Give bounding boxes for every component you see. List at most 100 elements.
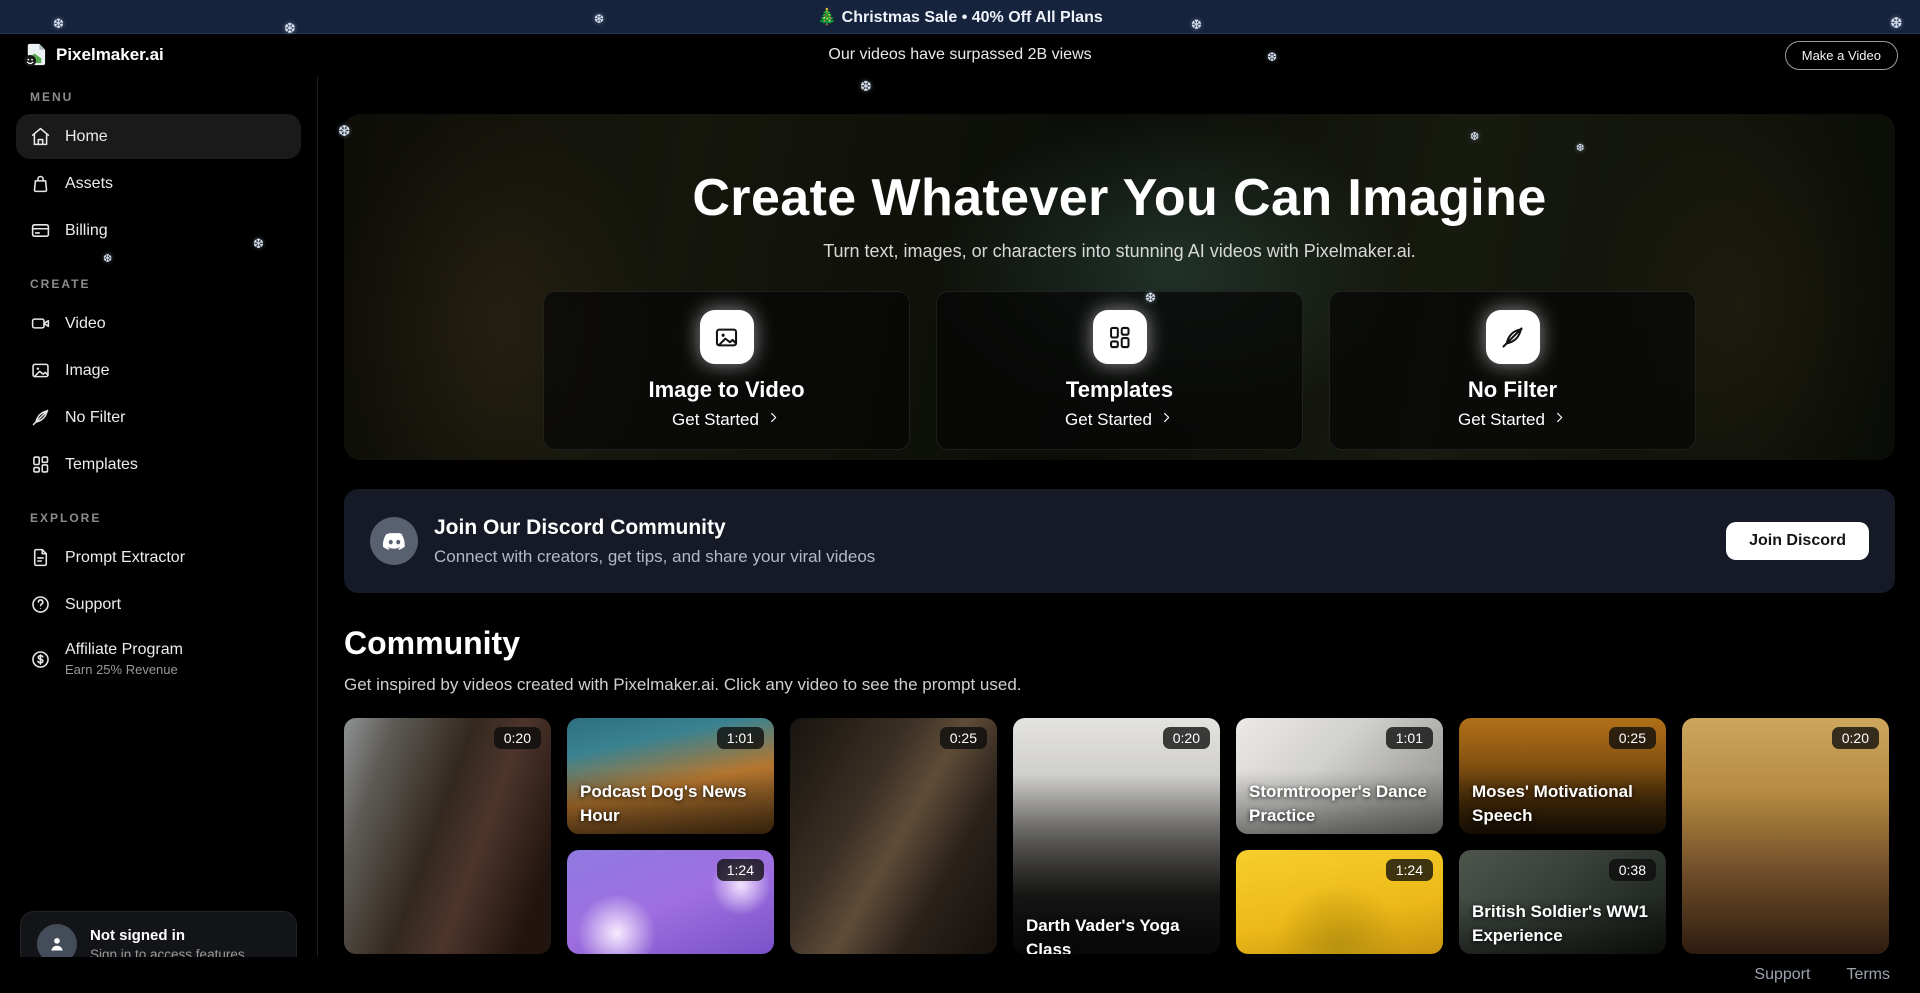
views-tagline: Our videos have surpassed 2B views: [0, 46, 1920, 64]
video-column: 0:25 Moses' Motivational Speech 0:38 Britis…: [1459, 718, 1666, 954]
sidebar-item-affiliate-program[interactable]: Affiliate ProgramEarn 25% Revenue: [16, 629, 301, 689]
discord-title: Join Our Discord Community: [434, 516, 875, 540]
footer-link-terms[interactable]: Terms: [1846, 966, 1890, 984]
duration-badge: 1:01: [1386, 727, 1433, 749]
main-content: Create Whatever You Can Imagine Turn tex…: [318, 76, 1920, 993]
video-tile-ww1-soldier[interactable]: 0:38 British Soldier's WW1 Experience: [1459, 850, 1666, 954]
get-started-link[interactable]: Get Started: [672, 410, 781, 430]
sidebar-item-templates[interactable]: Templates: [16, 442, 301, 487]
sidebar-section-label: MENU: [30, 90, 287, 104]
duration-badge: 1:01: [717, 727, 764, 749]
hero-section: Create Whatever You Can Imagine Turn tex…: [344, 114, 1895, 460]
video-tile-purple-orbs[interactable]: 1:24: [567, 850, 774, 954]
sidebar-item-label: No Filter: [65, 409, 125, 427]
pixelmaker-logo-icon: [22, 42, 48, 68]
sidebar-item-label: Support: [65, 596, 121, 614]
video-tile-naruto-figure[interactable]: 1:24: [1236, 850, 1443, 954]
duration-badge: 0:20: [1832, 727, 1879, 749]
sidebar: MENUHomeAssetsBillingCREATEVideoImageNo …: [0, 76, 318, 993]
join-discord-button[interactable]: Join Discord: [1726, 522, 1869, 560]
video-column: 0:25: [790, 718, 997, 954]
duration-badge: 1:24: [1386, 859, 1433, 881]
image-icon: [30, 360, 51, 381]
video-column: 1:01 Podcast Dog's News Hour 1:24: [567, 718, 774, 954]
sidebar-item-image[interactable]: Image: [16, 348, 301, 393]
help-circle-icon: [30, 594, 51, 615]
get-started-link[interactable]: Get Started: [1065, 410, 1174, 430]
video-column: 0:20: [1682, 718, 1889, 954]
video-tile-podcast-dog[interactable]: 1:01 Podcast Dog's News Hour: [567, 718, 774, 834]
hero-card-no-filter[interactable]: No FilterGet Started: [1329, 291, 1696, 450]
hero-card-title: Templates: [1066, 377, 1173, 403]
templates-grid-icon-tile: [1093, 310, 1147, 364]
footer: Support Terms: [0, 957, 1920, 993]
video-title: British Soldier's WW1 Experience: [1472, 900, 1656, 948]
logo-text: Pixelmaker.ai: [56, 45, 164, 65]
hero-title: Create Whatever You Can Imagine: [692, 168, 1546, 228]
sidebar-section-label: EXPLORE: [30, 511, 287, 525]
footer-link-support[interactable]: Support: [1754, 966, 1810, 984]
document-icon: [30, 547, 51, 568]
chevron-right-icon: [1552, 410, 1567, 430]
sidebar-item-label: Video: [65, 315, 106, 333]
promo-banner: 🎄 Christmas Sale • 40% Off All Plans: [0, 0, 1920, 34]
community-subtitle: Get inspired by videos created with Pixe…: [344, 675, 1895, 695]
sidebar-item-billing[interactable]: Billing: [16, 208, 301, 253]
sidebar-item-label: Affiliate ProgramEarn 25% Revenue: [65, 641, 183, 677]
home-icon: [30, 126, 51, 147]
credit-card-icon: [30, 220, 51, 241]
sidebar-item-label: Billing: [65, 222, 108, 240]
sidebar-item-label: Templates: [65, 456, 138, 474]
community-title: Community: [344, 625, 1895, 662]
get-started-label: Get Started: [672, 410, 759, 430]
discord-banner: Join Our Discord Community Connect with …: [344, 489, 1895, 593]
sidebar-item-video[interactable]: Video: [16, 301, 301, 346]
app-header: Pixelmaker.ai Our videos have surpassed …: [0, 34, 1920, 76]
video-title: Podcast Dog's News Hour: [580, 780, 764, 828]
video-tile-barista[interactable]: 0:20: [1682, 718, 1889, 954]
get-started-link[interactable]: Get Started: [1458, 410, 1567, 430]
bag-icon: [30, 173, 51, 194]
hero-card-image-to-video[interactable]: Image to Video Get Started: [543, 291, 910, 450]
sidebar-item-label: Prompt Extractor: [65, 549, 185, 567]
sidebar-item-sublabel: Earn 25% Revenue: [65, 662, 183, 677]
hero-subtitle: Turn text, images, or characters into st…: [823, 241, 1416, 262]
video-tile-gorilla-waterfall[interactable]: 0:20: [344, 718, 551, 954]
filter-off-icon: [30, 407, 51, 428]
duration-badge: 0:25: [1609, 727, 1656, 749]
hero-cards: Image to Video Get Started Templates Get St…: [543, 291, 1696, 450]
pixelmaker-logo[interactable]: Pixelmaker.ai: [22, 42, 164, 68]
promo-banner-text: 🎄 Christmas Sale • 40% Off All Plans: [817, 7, 1102, 27]
templates-grid-icon: [30, 454, 51, 475]
video-column: 1:01 Stormtrooper's Dance Practice 1:24: [1236, 718, 1443, 954]
sidebar-item-prompt-extractor[interactable]: Prompt Extractor: [16, 535, 301, 580]
video-title: Darth Vader's Yoga Class: [1026, 914, 1210, 954]
video-tile-moses-speech[interactable]: 0:25 Moses' Motivational Speech: [1459, 718, 1666, 834]
hero-card-templates[interactable]: Templates Get Started: [936, 291, 1303, 450]
sidebar-item-support[interactable]: Support: [16, 582, 301, 627]
video-tile-wizard-in-car[interactable]: 0:25: [790, 718, 997, 954]
make-a-video-button[interactable]: Make a Video: [1785, 41, 1898, 70]
community-video-grid: 0:201:01Podcast Dog's News Hour1:240:250…: [344, 718, 1895, 954]
get-started-label: Get Started: [1458, 410, 1545, 430]
video-tile-stormtrooper[interactable]: 1:01 Stormtrooper's Dance Practice: [1236, 718, 1443, 834]
video-title: Stormtrooper's Dance Practice: [1249, 780, 1433, 828]
get-started-label: Get Started: [1065, 410, 1152, 430]
sidebar-item-label: Image: [65, 362, 109, 380]
signin-title: Not signed in: [90, 927, 245, 944]
chevron-right-icon: [766, 410, 781, 430]
sidebar-item-assets[interactable]: Assets: [16, 161, 301, 206]
discord-subtitle: Connect with creators, get tips, and sha…: [434, 547, 875, 567]
dollar-circle-icon: [30, 649, 51, 670]
video-tile-darth-vader[interactable]: 0:20Darth Vader's Yoga Class: [1013, 718, 1220, 954]
video-title: Moses' Motivational Speech: [1472, 780, 1656, 828]
sidebar-item-no-filter[interactable]: No Filter: [16, 395, 301, 440]
sidebar-item-label: Home: [65, 128, 108, 146]
video-column: 0:20: [344, 718, 551, 954]
video-column: 0:20Darth Vader's Yoga Class: [1013, 718, 1220, 954]
duration-badge: 0:38: [1609, 859, 1656, 881]
duration-badge: 1:24: [717, 859, 764, 881]
sidebar-item-home[interactable]: Home: [16, 114, 301, 159]
chevron-right-icon: [1159, 410, 1174, 430]
hero-card-title: Image to Video: [648, 377, 804, 403]
